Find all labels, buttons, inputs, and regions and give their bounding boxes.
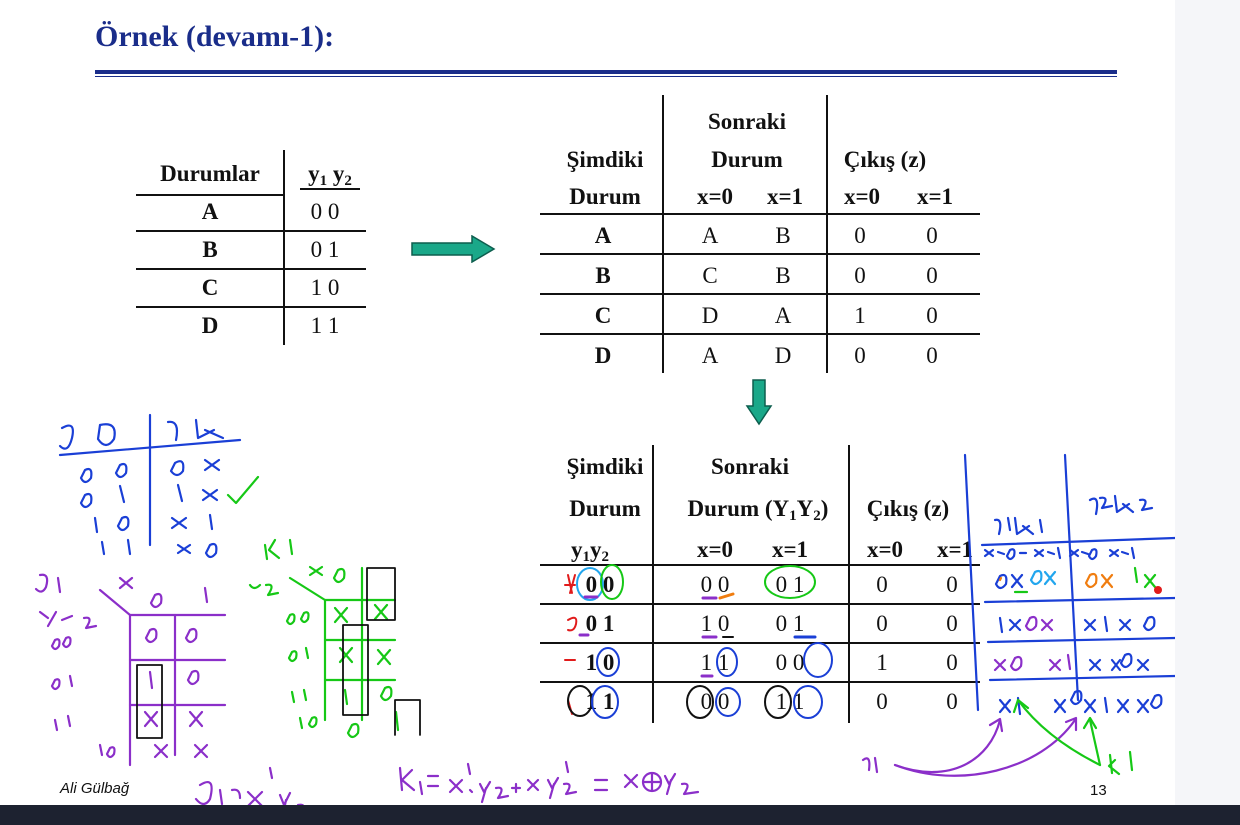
red-dot [1154,586,1162,594]
check-mark [226,475,260,505]
k1-kmap-sketch [248,538,400,739]
k1-kmap-groups [342,567,421,736]
j1-k1-arrows [861,698,1134,777]
page-number: 13 [1090,782,1107,799]
author-name: Ali Gülbağ [60,780,130,797]
j1-kmap-sketch [34,573,227,767]
encoded-table-marks [564,564,833,719]
jk-excitation-sketch [58,413,242,559]
taskbar-strip [0,805,1240,825]
bottom-equations [194,760,700,805]
slide-page: Örnek (devamı-1): Durumlar y1 y2 A 0 0 B… [0,0,1175,805]
slide: Örnek (devamı-1): Durumlar y1 y2 A 0 0 B… [0,0,1240,825]
handwritten-ink-layer [34,413,1175,805]
jk-columns-grid [963,453,1175,716]
